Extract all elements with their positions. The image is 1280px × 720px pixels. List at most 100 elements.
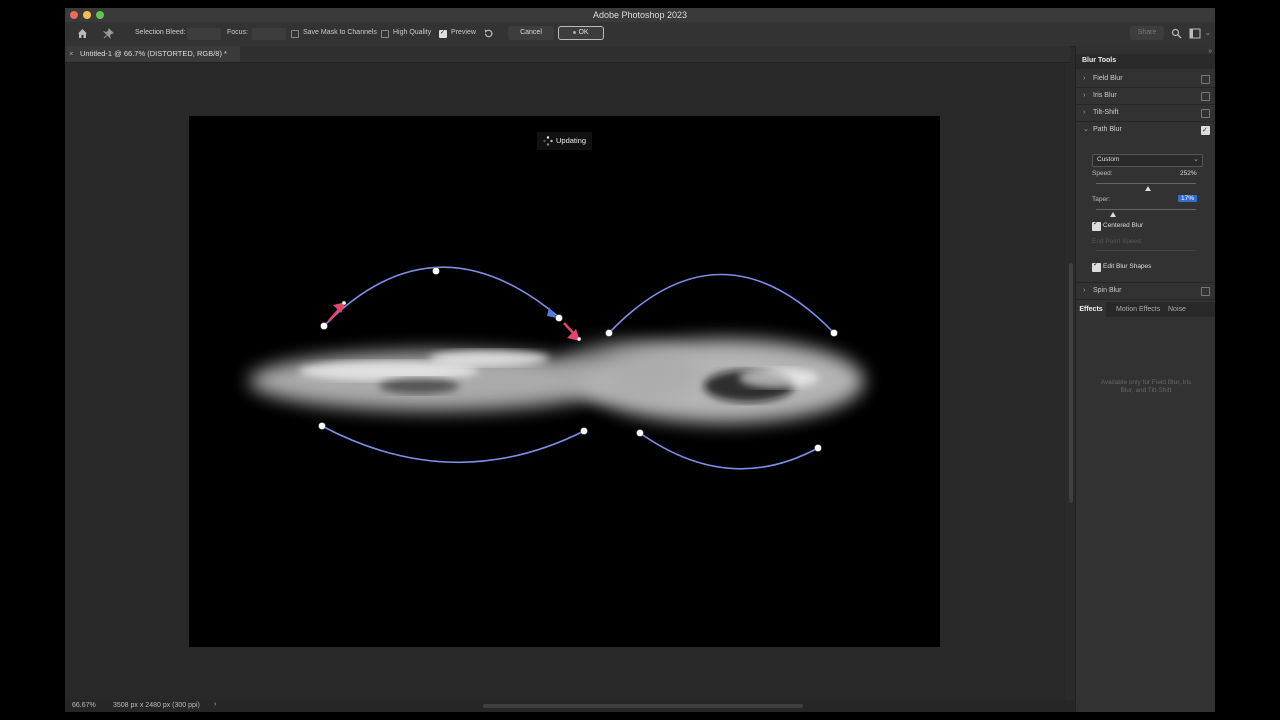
tool-label: Path Blur (1093, 126, 1122, 133)
chevron-right-icon: › (1083, 109, 1086, 116)
chevron-right-icon: › (1083, 75, 1086, 82)
selection-bleed-label: Selection Bleed: (135, 29, 186, 36)
path-point-handle[interactable] (555, 314, 563, 322)
blur-direction-arrows[interactable] (328, 302, 580, 341)
blurred-artwork (249, 339, 864, 423)
taper-slider-thumb[interactable] (1110, 212, 1116, 217)
reset-icon[interactable] (483, 28, 494, 39)
taper-slider-track[interactable] (1096, 209, 1196, 210)
chevron-right-icon: › (1083, 92, 1086, 99)
share-button[interactable]: Share (1130, 26, 1164, 40)
tool-label: Tilt-Shift (1093, 109, 1119, 116)
options-bar: Selection Bleed: Focus: Save Mask to Cha… (65, 22, 1215, 47)
end-point-speed-label: End Point Speed: (1092, 238, 1143, 245)
tool-row-tilt-shift[interactable]: › Tilt-Shift (1076, 105, 1215, 122)
tool-label: Spin Blur (1093, 287, 1122, 294)
document-tab-bar: × Untitled-1 @ 66.7% (DISTORTED, RGB/8) … (65, 46, 1070, 63)
path-point-handle[interactable] (814, 444, 822, 452)
workspace-chevron-down-icon[interactable]: ⌄ (1205, 29, 1211, 37)
canvas-area[interactable]: Updating (65, 63, 1065, 700)
status-chevron-right-icon[interactable]: › (214, 701, 216, 708)
edit-blur-shapes-checkbox[interactable] (1092, 260, 1101, 272)
iris-blur-checkbox[interactable] (1201, 92, 1210, 101)
path-point-handle[interactable] (580, 427, 588, 435)
tilt-shift-checkbox[interactable] (1201, 109, 1210, 118)
close-tab-icon[interactable]: × (69, 46, 73, 62)
blur-path-upper-left[interactable] (323, 266, 562, 327)
speed-value[interactable]: 252% (1180, 170, 1197, 177)
ok-button[interactable]: OK (558, 26, 604, 40)
tool-row-iris-blur[interactable]: › Iris Blur (1076, 88, 1215, 105)
preview-label: Preview (451, 29, 476, 36)
path-point-handle[interactable] (605, 329, 613, 337)
path-point-handle[interactable] (341, 300, 347, 306)
edit-blur-shapes-label: Edit Blur Shapes (1103, 263, 1152, 270)
horizontal-scroll-thumb[interactable] (483, 704, 803, 708)
title-bar: Adobe Photoshop 2023 (65, 8, 1215, 22)
panel-title: Blur Tools (1082, 57, 1117, 64)
save-mask-checkbox[interactable] (291, 30, 299, 38)
centered-blur-label: Centered Blur (1103, 222, 1144, 229)
speed-slider-thumb[interactable] (1145, 186, 1151, 191)
mode-value: Custom (1097, 156, 1120, 163)
updating-indicator: Updating (537, 132, 593, 150)
taper-value[interactable]: 17% (1178, 195, 1198, 202)
speed-slider-track[interactable] (1096, 183, 1196, 184)
home-icon[interactable] (77, 28, 88, 39)
ok-button-label: OK (578, 29, 589, 36)
ok-busy-icon (573, 30, 577, 34)
path-blur-mode-select[interactable]: Custom ⌄ (1092, 154, 1203, 167)
spinner-icon (543, 136, 553, 146)
tool-label: Iris Blur (1093, 92, 1117, 99)
path-blur-overlay[interactable] (189, 116, 940, 647)
tab-noise[interactable]: Noise (1168, 302, 1186, 317)
blur-path-lower-left[interactable] (321, 425, 585, 464)
chevron-down-icon: ⌄ (1083, 126, 1089, 133)
document-info: 3508 px x 2480 px (300 ppi) (113, 702, 200, 709)
path-point-handle[interactable] (320, 322, 328, 330)
blur-tools-header: Blur Tools (1076, 54, 1215, 69)
tool-row-path-blur[interactable]: ⌄ Path Blur (1076, 122, 1215, 139)
field-blur-checkbox[interactable] (1201, 75, 1210, 84)
cancel-button[interactable]: Cancel (508, 26, 554, 40)
zoom-level[interactable]: 66.67% (72, 702, 96, 709)
app-title: Adobe Photoshop 2023 (592, 10, 688, 20)
tab-motion-effects[interactable]: Motion Effects (1116, 302, 1160, 317)
photoshop-window: Adobe Photoshop 2023 Selection Bleed: Fo… (65, 8, 1215, 712)
preview-checkbox[interactable] (439, 29, 447, 38)
path-point-handle[interactable] (576, 336, 582, 342)
path-point-handle[interactable] (636, 429, 644, 437)
speed-label: Speed: (1092, 170, 1113, 177)
save-mask-label: Save Mask to Channels (303, 29, 377, 36)
effects-tab-bar: Effects Motion Effects Noise (1076, 302, 1215, 317)
blur-tools-panel: » Blur Tools › Field Blur › Iris Blur › … (1075, 46, 1215, 712)
tab-effects[interactable]: Effects (1076, 302, 1106, 317)
select-chevron-down-icon: ⌄ (1193, 156, 1199, 163)
selection-bleed-input[interactable] (187, 28, 221, 40)
high-quality-checkbox[interactable] (381, 30, 389, 38)
vertical-scrollbar[interactable] (1067, 63, 1075, 700)
focus-input[interactable] (252, 28, 286, 40)
document-canvas[interactable]: Updating (189, 116, 940, 647)
centered-blur-checkbox[interactable] (1092, 219, 1101, 231)
pin-tool-icon[interactable] (103, 28, 114, 39)
updating-label: Updating (556, 136, 587, 145)
path-blur-checkbox[interactable] (1201, 123, 1210, 139)
effects-note: Available only for Field Blur, Iris Blur… (1100, 379, 1192, 394)
vertical-scroll-thumb[interactable] (1069, 263, 1073, 503)
blur-path-lower-right[interactable] (639, 432, 819, 470)
path-point-handle[interactable] (318, 422, 326, 430)
tool-label: Field Blur (1093, 75, 1123, 82)
search-icon[interactable] (1171, 28, 1182, 39)
document-tab[interactable]: × Untitled-1 @ 66.7% (DISTORTED, RGB/8) … (65, 46, 240, 62)
blur-path-upper-right[interactable] (608, 273, 835, 334)
workspace-icon[interactable] (1189, 28, 1201, 39)
tool-row-spin-blur[interactable]: › Spin Blur (1076, 282, 1215, 300)
status-bar: 66.67% 3508 px x 2480 px (300 ppi) › (65, 700, 1075, 712)
focus-label: Focus: (227, 29, 249, 36)
spin-blur-checkbox[interactable] (1201, 287, 1210, 296)
path-point-handle[interactable] (830, 329, 838, 337)
path-point-handle[interactable] (432, 267, 440, 275)
tool-row-field-blur[interactable]: › Field Blur (1076, 71, 1215, 88)
taper-label: Taper: (1092, 196, 1111, 203)
